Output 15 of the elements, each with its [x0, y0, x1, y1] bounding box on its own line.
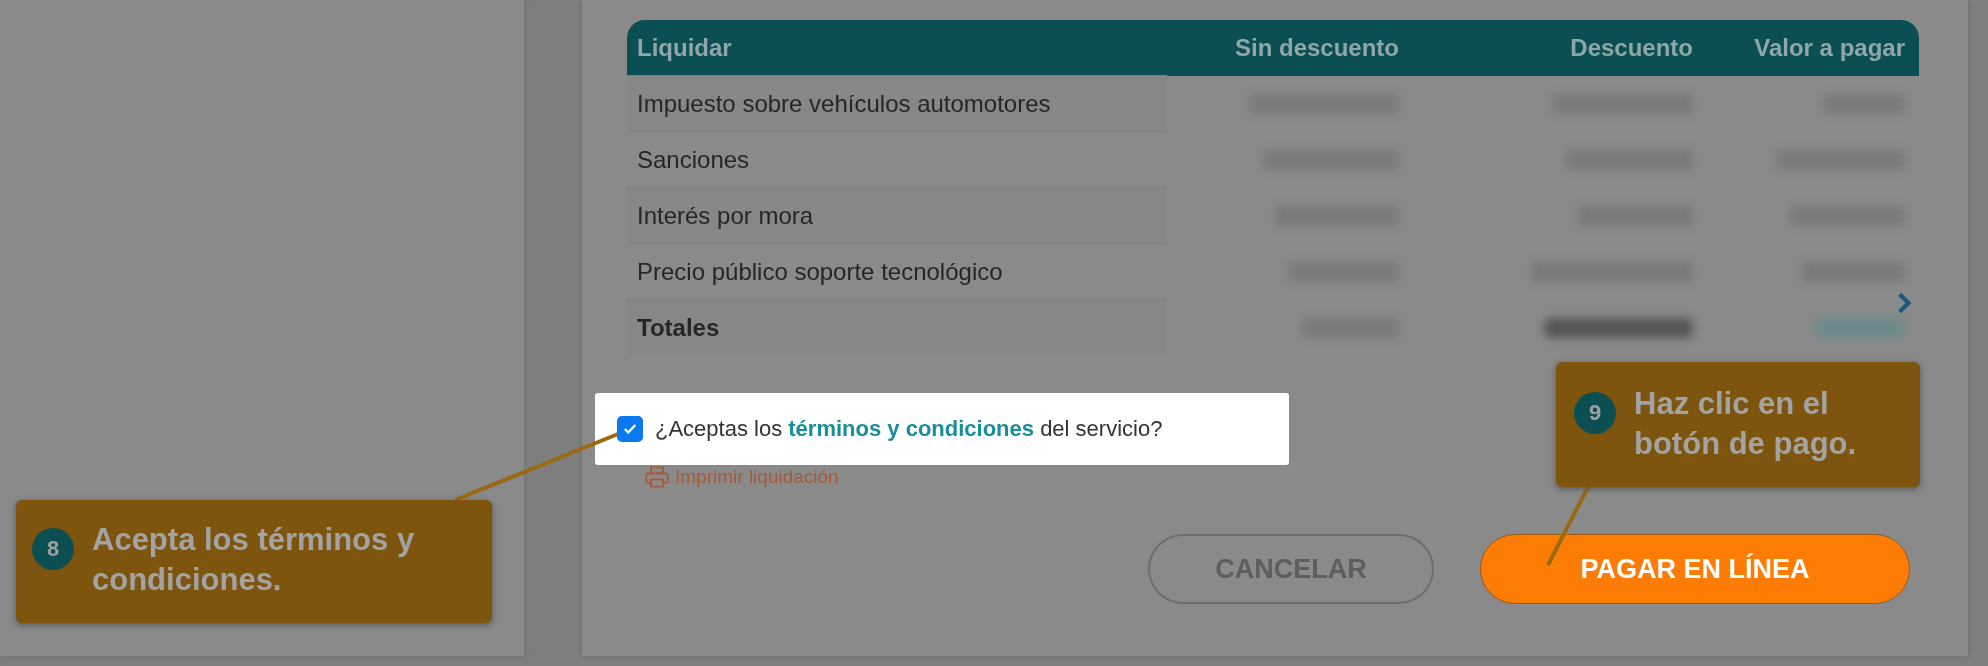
terms-label: ¿Aceptas los términos y condiciones del servicio?: [655, 416, 1163, 442]
step-number: 8: [32, 528, 74, 570]
pay-button[interactable]: PAGAR EN LÍNEA: [1480, 534, 1910, 604]
column-header: Descuento: [1569, 33, 1694, 63]
column-header: Valor a pagar: [1753, 33, 1906, 63]
checkbox[interactable]: [617, 416, 643, 442]
callout-text: Haz clic en el botón de pago.: [1634, 385, 1858, 463]
callout-text: Acepta los términos y condiciones.: [92, 521, 416, 599]
column-header: Sin descuento: [1233, 33, 1400, 63]
step-number: 9: [1574, 392, 1616, 434]
print-link[interactable]: Imprimir liquidación: [645, 466, 839, 488]
terms-link[interactable]: términos y condiciones: [788, 416, 1034, 441]
check-icon: [623, 423, 637, 435]
chevron-right-icon[interactable]: [1897, 292, 1911, 314]
printer-icon: [645, 466, 669, 488]
